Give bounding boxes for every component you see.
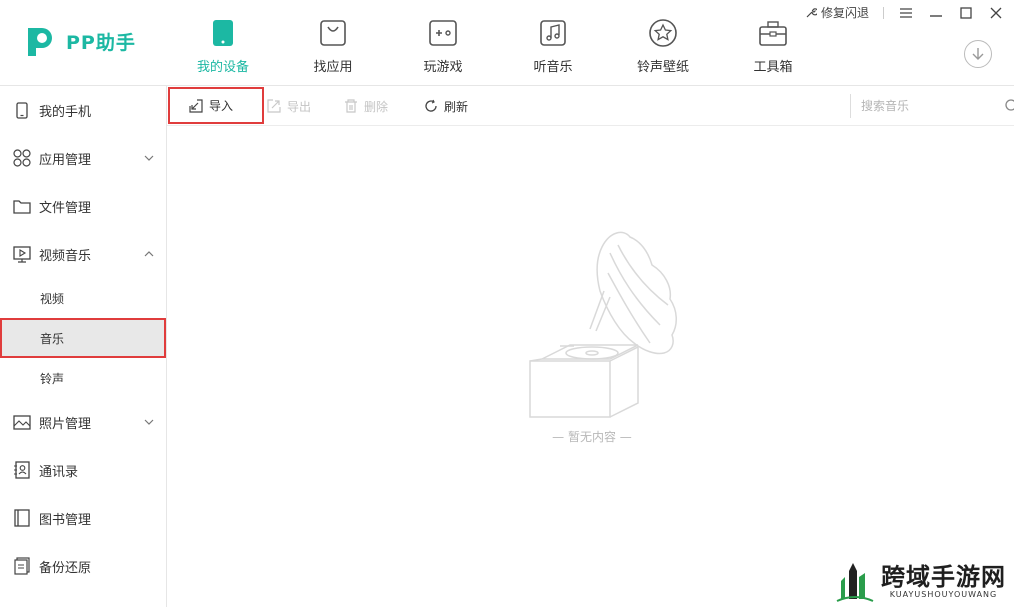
sidebar-item-label: 图书管理 <box>39 512 92 528</box>
sidebar: 我的手机 应用管理 文件管理 视频音乐 视频 音乐 铃声 照片管理 通讯录 图书… <box>0 86 167 607</box>
export-icon <box>267 99 281 113</box>
sidebar-item-my-phone[interactable]: 我的手机 <box>0 86 166 134</box>
music-note-icon <box>538 18 568 48</box>
bag-icon <box>318 18 348 48</box>
divider <box>883 6 884 19</box>
delete-button[interactable]: 删除 <box>344 86 388 126</box>
sidebar-item-label: 通讯录 <box>39 464 79 480</box>
folder-icon <box>13 197 31 215</box>
gramophone-illustration <box>529 231 677 418</box>
nav-listen-music[interactable]: 听音乐 <box>498 0 608 86</box>
chevron-down-icon <box>144 155 154 161</box>
nav-label: 玩游戏 <box>423 60 463 75</box>
sidebar-item-label: 视频音乐 <box>39 248 92 264</box>
trash-icon <box>345 99 357 113</box>
sidebar-item-label: 文件管理 <box>39 200 92 216</box>
search-box <box>850 94 1014 118</box>
search-icon[interactable] <box>1004 98 1014 114</box>
download-manager-button[interactable] <box>964 40 992 68</box>
pp-logo-icon <box>28 28 52 56</box>
import-button[interactable]: 导入 <box>168 87 264 124</box>
import-icon <box>189 98 203 113</box>
refresh-icon <box>425 99 437 112</box>
nav-label: 找应用 <box>313 60 353 75</box>
empty-state-text: — 暂无内容 — <box>552 430 632 444</box>
menu-button[interactable] <box>898 5 914 21</box>
app-name: PP助手 <box>66 31 136 54</box>
watermark: 跨域手游网 KUAYUSHOUYOUWANG <box>835 559 1006 603</box>
music-toolbar: 导入 导出 删除 刷新 <box>167 86 1014 126</box>
sidebar-item-app-management[interactable]: 应用管理 <box>0 134 166 182</box>
nav-label: 听音乐 <box>533 60 573 75</box>
close-icon <box>990 7 1002 18</box>
sidebar-item-video-music[interactable]: 视频音乐 <box>0 230 166 278</box>
export-button[interactable]: 导出 <box>267 86 311 126</box>
sidebar-item-label: 我的手机 <box>39 104 92 120</box>
hamburger-icon <box>900 7 912 18</box>
sidebar-subitem-music[interactable]: 音乐 <box>0 318 166 358</box>
app-logo: PP助手 <box>22 22 136 60</box>
sidebar-item-book-management[interactable]: 图书管理 <box>0 494 166 542</box>
watermark-text: 跨域手游网 KUAYUSHOUYOUWANG <box>881 561 1006 599</box>
media-screen-icon <box>13 245 31 263</box>
repair-label: 修复闪退 <box>820 6 869 20</box>
contacts-icon <box>13 461 31 479</box>
gamepad-icon <box>428 18 458 48</box>
nav-label: 我的设备 <box>196 60 249 75</box>
apps-grid-icon <box>13 149 31 167</box>
search-input[interactable] <box>861 99 991 113</box>
nav-label: 铃声壁纸 <box>636 60 689 75</box>
sidebar-item-backup-restore[interactable]: 备份还原 <box>0 542 166 590</box>
minimize-icon <box>930 14 942 17</box>
toolbox-icon <box>758 18 788 48</box>
main-nav: 我的设备 找应用 玩游戏 听音乐 铃声壁纸 工具箱 <box>168 0 828 86</box>
maximize-icon <box>960 6 972 19</box>
nav-my-device[interactable]: 我的设备 <box>168 0 278 86</box>
close-button[interactable] <box>988 5 1004 21</box>
sidebar-item-label: 照片管理 <box>39 416 92 432</box>
photo-icon <box>13 413 31 431</box>
wrench-icon <box>806 7 817 17</box>
phone-icon <box>208 18 238 48</box>
refresh-button[interactable]: 刷新 <box>424 86 468 126</box>
nav-find-apps[interactable]: 找应用 <box>278 0 388 86</box>
refresh-label: 刷新 <box>444 99 469 114</box>
import-label: 导入 <box>209 99 234 113</box>
chevron-up-icon <box>144 251 154 257</box>
sidebar-item-photo-management[interactable]: 照片管理 <box>0 398 166 446</box>
star-icon <box>648 18 678 48</box>
delete-label: 删除 <box>364 99 389 114</box>
watermark-title: 跨域手游网 <box>881 561 1006 591</box>
building-logo-icon <box>836 563 874 602</box>
backup-icon <box>13 557 31 575</box>
window-controls: 修复闪退 <box>805 4 1004 21</box>
sidebar-subitem-ringtone[interactable]: 铃声 <box>0 358 166 398</box>
watermark-subtitle: KUAYUSHOUYOUWANG <box>889 589 998 599</box>
top-bar: PP助手 我的设备 找应用 玩游戏 听音乐 铃声壁纸 工具箱 修复闪退 <box>0 0 1014 86</box>
sidebar-subitem-video[interactable]: 视频 <box>0 278 166 318</box>
nav-label: 工具箱 <box>753 60 793 75</box>
repair-crash-button[interactable]: 修复闪退 <box>805 4 869 21</box>
chevron-down-icon <box>144 419 154 425</box>
export-label: 导出 <box>287 99 312 114</box>
sidebar-item-label: 备份还原 <box>39 560 92 576</box>
nav-ringtone-wallpaper[interactable]: 铃声壁纸 <box>608 0 718 86</box>
sidebar-item-file-management[interactable]: 文件管理 <box>0 182 166 230</box>
nav-play-games[interactable]: 玩游戏 <box>388 0 498 86</box>
maximize-button[interactable] <box>958 5 974 21</box>
sidebar-item-label: 应用管理 <box>39 152 92 168</box>
sidebar-item-contacts[interactable]: 通讯录 <box>0 446 166 494</box>
minimize-button[interactable] <box>928 5 944 21</box>
download-arrow-icon <box>972 48 984 60</box>
phone-outline-icon <box>13 101 31 119</box>
book-icon <box>13 509 31 527</box>
